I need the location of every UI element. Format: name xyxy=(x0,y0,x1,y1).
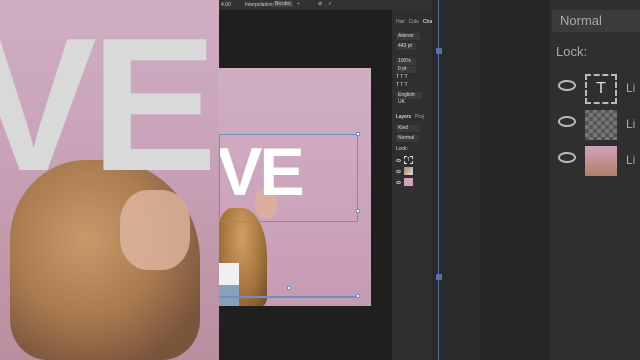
cutout-layer-thumb xyxy=(404,167,413,175)
scale-field[interactable]: 100% xyxy=(396,58,416,65)
right-zoom-layer-row[interactable]: T Li xyxy=(550,70,640,108)
tab-history[interactable]: Hist xyxy=(396,19,405,25)
layer-name: Li xyxy=(626,81,636,95)
right-zoom-lock-label: Lock: xyxy=(556,44,588,59)
layers-panel-tabs: Layers Proj xyxy=(396,114,424,120)
eye-icon[interactable] xyxy=(558,116,576,127)
cutout-layer-thumb xyxy=(585,110,617,140)
eye-icon[interactable] xyxy=(396,170,401,173)
text-layer-thumb: T xyxy=(585,74,617,104)
eye-icon[interactable] xyxy=(396,159,401,162)
layer-name: Li xyxy=(626,153,636,167)
baseline-field[interactable]: 0 pt xyxy=(396,66,416,73)
guide-handle[interactable] xyxy=(436,48,442,54)
eye-icon[interactable] xyxy=(558,80,576,91)
right-zoom-background: Normal Lock: T Li Li Li xyxy=(480,0,640,360)
layer-row[interactable]: T xyxy=(396,156,420,165)
font-family-select[interactable]: Aileron xyxy=(396,33,420,40)
guide-line xyxy=(438,0,439,360)
warp-icon[interactable]: ⌁ xyxy=(297,1,300,7)
guide-handle[interactable] xyxy=(436,274,442,280)
layer-row[interactable] xyxy=(396,167,420,176)
path-anchor[interactable] xyxy=(356,294,360,298)
font-size-field[interactable]: 443 pt xyxy=(396,43,416,50)
transform-handle-top-right[interactable] xyxy=(356,132,360,136)
text-layer-thumb: T xyxy=(404,156,413,164)
tab-projects[interactable]: Proj xyxy=(415,114,424,120)
blend-mode-select[interactable]: Normal xyxy=(396,135,418,142)
left-zoom-background: VE xyxy=(0,0,219,360)
right-zoom-blend-mode[interactable]: Normal xyxy=(552,10,640,32)
layer-row[interactable] xyxy=(396,178,420,187)
transform-handle-mid-right[interactable] xyxy=(356,209,360,213)
eye-icon[interactable] xyxy=(396,181,401,184)
right-zoom-layer-row[interactable]: Li xyxy=(550,106,640,144)
cancel-icon[interactable]: ⊘ xyxy=(318,1,322,7)
text-style-icons-2[interactable]: T T T xyxy=(396,82,408,88)
layer-name: Li xyxy=(626,117,636,131)
commit-icon[interactable]: ✓ xyxy=(328,1,332,7)
layer-filter-input[interactable]: Kind xyxy=(396,125,420,132)
language-select[interactable]: English: UK xyxy=(396,92,422,105)
interpolation-select[interactable]: Bicubic xyxy=(273,1,294,7)
transform-bounding-box[interactable] xyxy=(219,134,358,222)
path-line xyxy=(219,296,359,298)
background-layer-thumb xyxy=(404,178,413,186)
tab-character[interactable]: Cha xyxy=(423,19,432,25)
lock-label: Lock: xyxy=(396,146,408,152)
text-style-icons[interactable]: T T T xyxy=(396,74,408,80)
background-layer-thumb xyxy=(585,146,617,176)
right-zoom-layer-row[interactable]: Li xyxy=(550,142,640,180)
photo-shirt xyxy=(219,263,239,285)
transform-handle-bottom-mid[interactable] xyxy=(287,286,291,290)
left-zoom-text: VE xyxy=(0,0,217,211)
eye-icon[interactable] xyxy=(558,152,576,163)
canvas-area[interactable]: VE xyxy=(219,10,391,360)
interpolation-label: Interpolation: xyxy=(245,2,274,8)
workspace-gutter xyxy=(432,0,480,360)
tab-layers[interactable]: Layers xyxy=(396,114,411,120)
character-panel-tabs: Hist Colo Cha xyxy=(396,19,432,25)
angle-value[interactable]: 4.00 xyxy=(221,2,231,8)
tab-color[interactable]: Colo xyxy=(409,19,419,25)
